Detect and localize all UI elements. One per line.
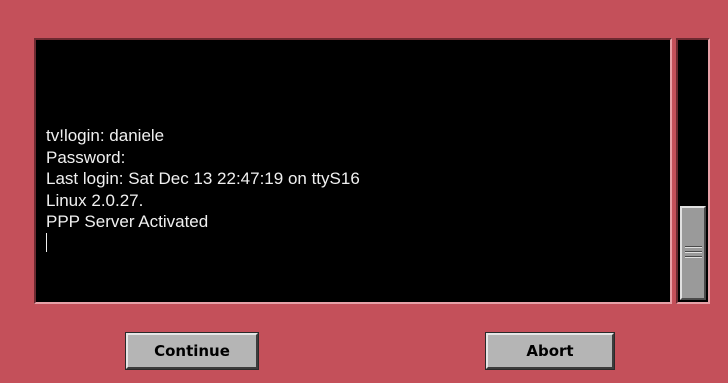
- terminal-lines: tv!login: daniele Password: Last login: …: [46, 125, 360, 254]
- scroll-thumb[interactable]: [680, 206, 706, 300]
- terminal-output[interactable]: tv!login: daniele Password: Last login: …: [34, 38, 672, 304]
- terminal-line: Password:: [46, 147, 126, 167]
- terminal-line: Linux 2.0.27.: [46, 190, 144, 210]
- terminal-line: Last login: Sat Dec 13 22:47:19 on ttyS1…: [46, 169, 360, 188]
- grip-lines-icon: [685, 256, 702, 258]
- vertical-scrollbar[interactable]: [676, 38, 710, 304]
- text-cursor: [46, 232, 47, 252]
- terminal-text-area: tv!login: daniele Password: Last login: …: [46, 40, 666, 302]
- abort-button[interactable]: Abort: [485, 332, 615, 370]
- grip-lines-icon: [685, 246, 702, 248]
- dialog-window: tv!login: daniele Password: Last login: …: [0, 0, 728, 383]
- continue-button[interactable]: Continue: [125, 332, 259, 370]
- terminal-cursor-line: [46, 232, 360, 255]
- grip-lines-icon: [685, 251, 702, 253]
- terminal-line: tv!login: daniele: [46, 126, 165, 145]
- terminal-line: PPP Server Activated: [46, 212, 209, 231]
